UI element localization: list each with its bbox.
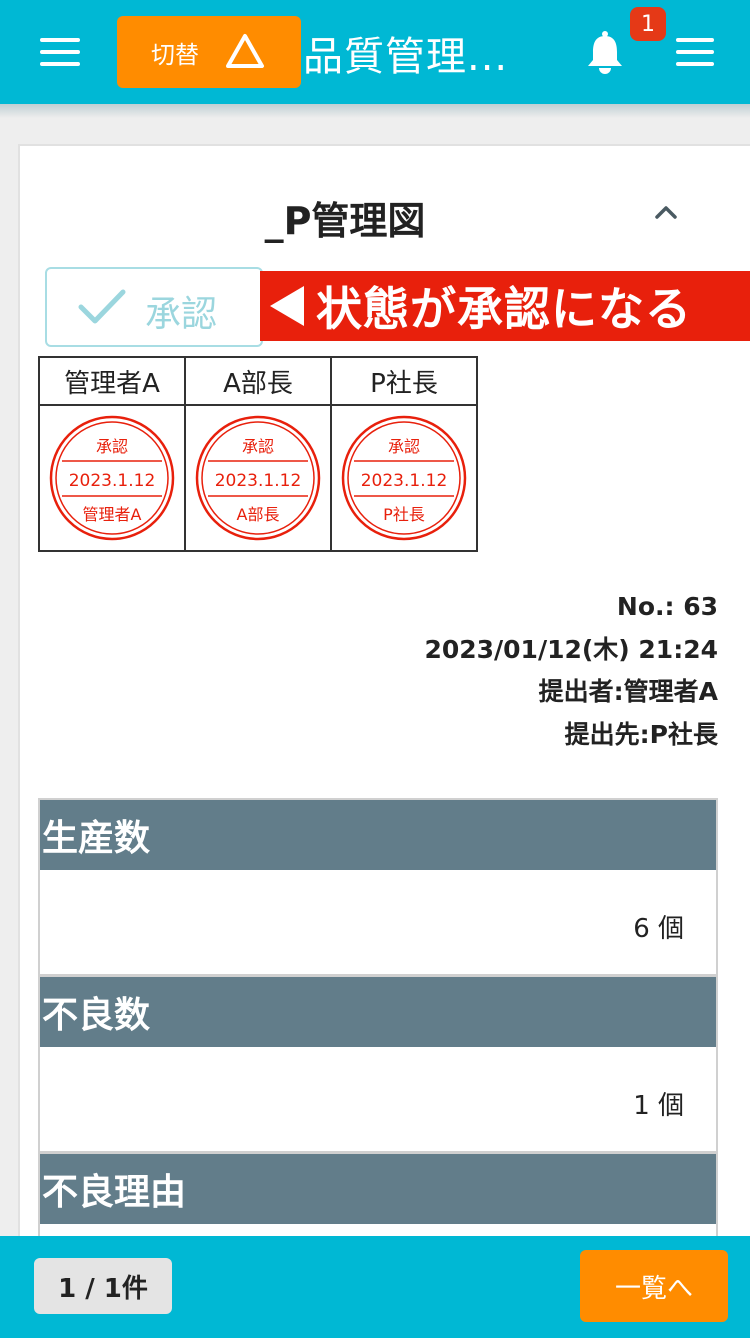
document-datetime: 2023/01/12(木) 21:24	[424, 634, 718, 664]
notification-bell-icon[interactable]	[586, 30, 624, 74]
approval-stamp-table: 管理者A A部長 P社長 承認 2023.1.12 管理者A 承認 2023.1…	[38, 356, 478, 552]
stamp-date: 2023.1.12	[361, 471, 448, 491]
stamp-date: 2023.1.12	[215, 471, 302, 491]
stamp-name: 管理者A	[83, 505, 142, 524]
stamp-status: 承認	[242, 437, 274, 456]
stamp-cell: 承認 2023.1.12 A部長	[184, 404, 332, 552]
document-card: _P管理図 承認 状態が承認になる 管理者A A部長 P社長 承認 2023.1…	[18, 144, 750, 1244]
document-number: No.: 63	[616, 592, 718, 621]
document-recipient: 提出先:P社長	[564, 719, 718, 749]
field-label: 不良理由	[40, 1154, 716, 1224]
stamp-header: A部長	[184, 356, 332, 406]
stamp-cell: 承認 2023.1.12 P社長	[330, 404, 478, 552]
annotation-callout: 状態が承認になる	[260, 271, 750, 341]
stamp-cell: 承認 2023.1.12 管理者A	[38, 404, 186, 552]
document-submitter: 提出者:管理者A	[538, 677, 718, 706]
top-app-bar: 切替 品質管理... 1	[0, 0, 750, 104]
check-icon	[78, 289, 126, 324]
menu-icon[interactable]	[40, 38, 80, 66]
approval-stamp: 承認 2023.1.12 P社長	[341, 415, 467, 541]
stamp-status: 承認	[96, 437, 128, 456]
bottom-bar: 1 / 1件 一覧へ	[0, 1236, 750, 1338]
back-to-list-button[interactable]: 一覧へ	[580, 1250, 728, 1322]
approve-button-label: 承認	[145, 294, 218, 335]
stamp-name: A部長	[237, 505, 280, 524]
document-meta: No.: 63 2023/01/12(木) 21:24 提出者:管理者A 提出先…	[424, 586, 718, 756]
approval-stamp: 承認 2023.1.12 A部長	[195, 415, 321, 541]
warning-triangle-icon	[226, 34, 264, 68]
callout-text: 状態が承認になる	[316, 282, 692, 336]
callout-arrow-icon	[270, 286, 304, 326]
stamp-status: 承認	[388, 437, 420, 456]
field-list: 生産数 6 個 不良数 1 個 不良理由	[38, 798, 718, 1242]
notification-badge: 1	[630, 7, 666, 41]
header-shadow	[0, 104, 750, 118]
field-value: 1 個	[40, 1047, 716, 1154]
field-label: 不良数	[40, 977, 716, 1047]
options-menu-icon[interactable]	[676, 38, 714, 66]
field-label: 生産数	[40, 800, 716, 870]
switch-button[interactable]: 切替	[117, 16, 301, 88]
approval-stamp: 承認 2023.1.12 管理者A	[49, 415, 175, 541]
field-value: 6 個	[40, 870, 716, 977]
stamp-name: P社長	[383, 505, 425, 524]
chevron-up-icon[interactable]	[654, 204, 678, 220]
stamp-header: P社長	[330, 356, 478, 406]
document-title: _P管理図	[264, 199, 426, 243]
switch-button-label: 切替	[151, 40, 199, 69]
approve-button[interactable]: 承認	[45, 267, 263, 347]
page-count: 1 / 1件	[34, 1258, 172, 1314]
app-title: 品質管理...	[303, 34, 509, 80]
stamp-header: 管理者A	[38, 356, 186, 406]
stamp-date: 2023.1.12	[69, 471, 156, 491]
